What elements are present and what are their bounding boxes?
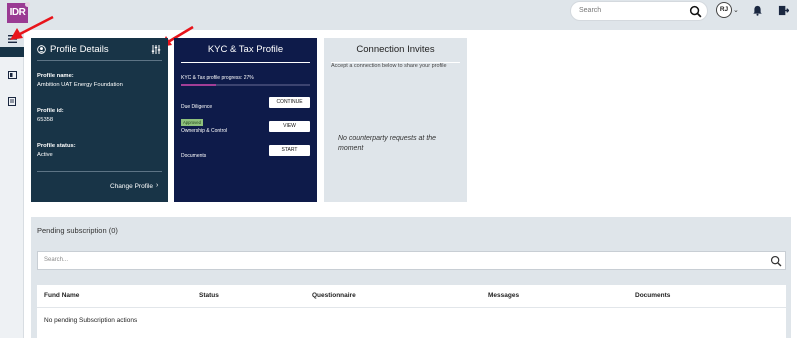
divider <box>37 171 162 172</box>
global-search-placeholder: Search <box>579 7 602 14</box>
user-avatar[interactable]: RJ <box>716 2 732 18</box>
connection-invites-empty-text: No counterparty requests at the moment <box>338 135 437 152</box>
continue-button[interactable]: CONTINUE <box>269 97 310 108</box>
ownership-control-label: Ownership & Control <box>181 128 228 134</box>
global-search-input[interactable]: Search <box>570 1 708 21</box>
search-icon[interactable] <box>689 5 702 18</box>
hamburger-icon <box>7 35 17 43</box>
connection-invites-description: Accept a connection below to share your … <box>331 63 447 69</box>
divider <box>37 60 162 61</box>
column-header-documents[interactable]: Documents <box>635 292 670 299</box>
dashboard-icon <box>7 71 17 79</box>
profile-card-title: Profile Details <box>50 44 109 55</box>
top-bar: IDR Search RJ ⌄ <box>0 0 797 30</box>
profile-status-value: Active <box>37 152 53 158</box>
view-button[interactable]: VIEW <box>269 121 310 132</box>
column-header-fund-name[interactable]: Fund Name <box>44 292 79 299</box>
kyc-card-title: KYC & Tax Profile <box>207 44 284 55</box>
document-icon <box>8 96 16 106</box>
user-circle-icon <box>37 45 46 54</box>
pending-search-placeholder: Search... <box>44 257 69 263</box>
start-button[interactable]: START <box>269 145 310 156</box>
pending-subscription-title: Pending subscription (0) <box>37 226 118 235</box>
search-icon[interactable] <box>770 255 782 267</box>
profile-name-value: Ambition UAT Energy Foundation <box>37 82 123 88</box>
connection-invites-title: Connection Invites <box>356 44 435 55</box>
left-sidebar <box>0 30 24 338</box>
pending-search-input[interactable]: Search... <box>37 251 786 270</box>
profile-card-header: Profile Details <box>37 44 163 55</box>
sidebar-item-dashboard[interactable] <box>0 66 24 84</box>
approved-badge: Approved <box>181 119 203 126</box>
menu-toggle-button[interactable] <box>0 30 24 48</box>
bell-icon[interactable] <box>752 5 763 16</box>
connection-invites-card: Connection Invites Accept a connection b… <box>324 38 467 202</box>
table-header-divider <box>37 307 786 308</box>
chevron-right-icon[interactable]: › <box>156 182 158 189</box>
profile-status-label: Profile status: <box>37 143 76 149</box>
logout-icon[interactable] <box>778 5 789 16</box>
kyc-progress-bar <box>181 84 310 86</box>
kyc-progress-fill <box>181 84 216 86</box>
profile-id-value: 65358 <box>37 117 54 123</box>
chevron-down-icon[interactable]: ⌄ <box>733 6 739 14</box>
column-header-questionnaire[interactable]: Questionnaire <box>312 292 356 299</box>
column-header-status[interactable]: Status <box>199 292 219 299</box>
kyc-progress-label: KYC & Tax profile progress: 27% <box>181 75 254 81</box>
column-header-messages[interactable]: Messages <box>488 292 519 299</box>
pending-subscription-table: Fund Name Status Questionnaire Messages … <box>37 285 786 338</box>
pending-subscription-panel: Pending subscription (0) Search... Fund … <box>31 217 791 338</box>
table-empty-row: No pending Subscription actions <box>44 317 138 324</box>
sidebar-active-indicator <box>0 47 24 57</box>
sliders-icon[interactable] <box>151 45 161 54</box>
documents-label: Documents <box>181 153 207 159</box>
profile-details-card: Profile Details Profile name: Ambition U… <box>31 38 168 202</box>
profile-name-label: Profile name: <box>37 73 74 79</box>
profile-id-label: Profile id: <box>37 108 64 114</box>
kyc-tax-profile-card: KYC & Tax Profile KYC & Tax profile prog… <box>174 38 317 202</box>
sidebar-item-documents[interactable] <box>0 92 24 110</box>
app-root: IDR Search RJ ⌄ Profile Details Profile … <box>0 0 797 338</box>
brand-logo-dot <box>25 2 30 7</box>
due-diligence-label: Due Diligence <box>181 104 213 110</box>
change-profile-link[interactable]: Change Profile <box>110 183 153 190</box>
divider <box>181 62 310 63</box>
